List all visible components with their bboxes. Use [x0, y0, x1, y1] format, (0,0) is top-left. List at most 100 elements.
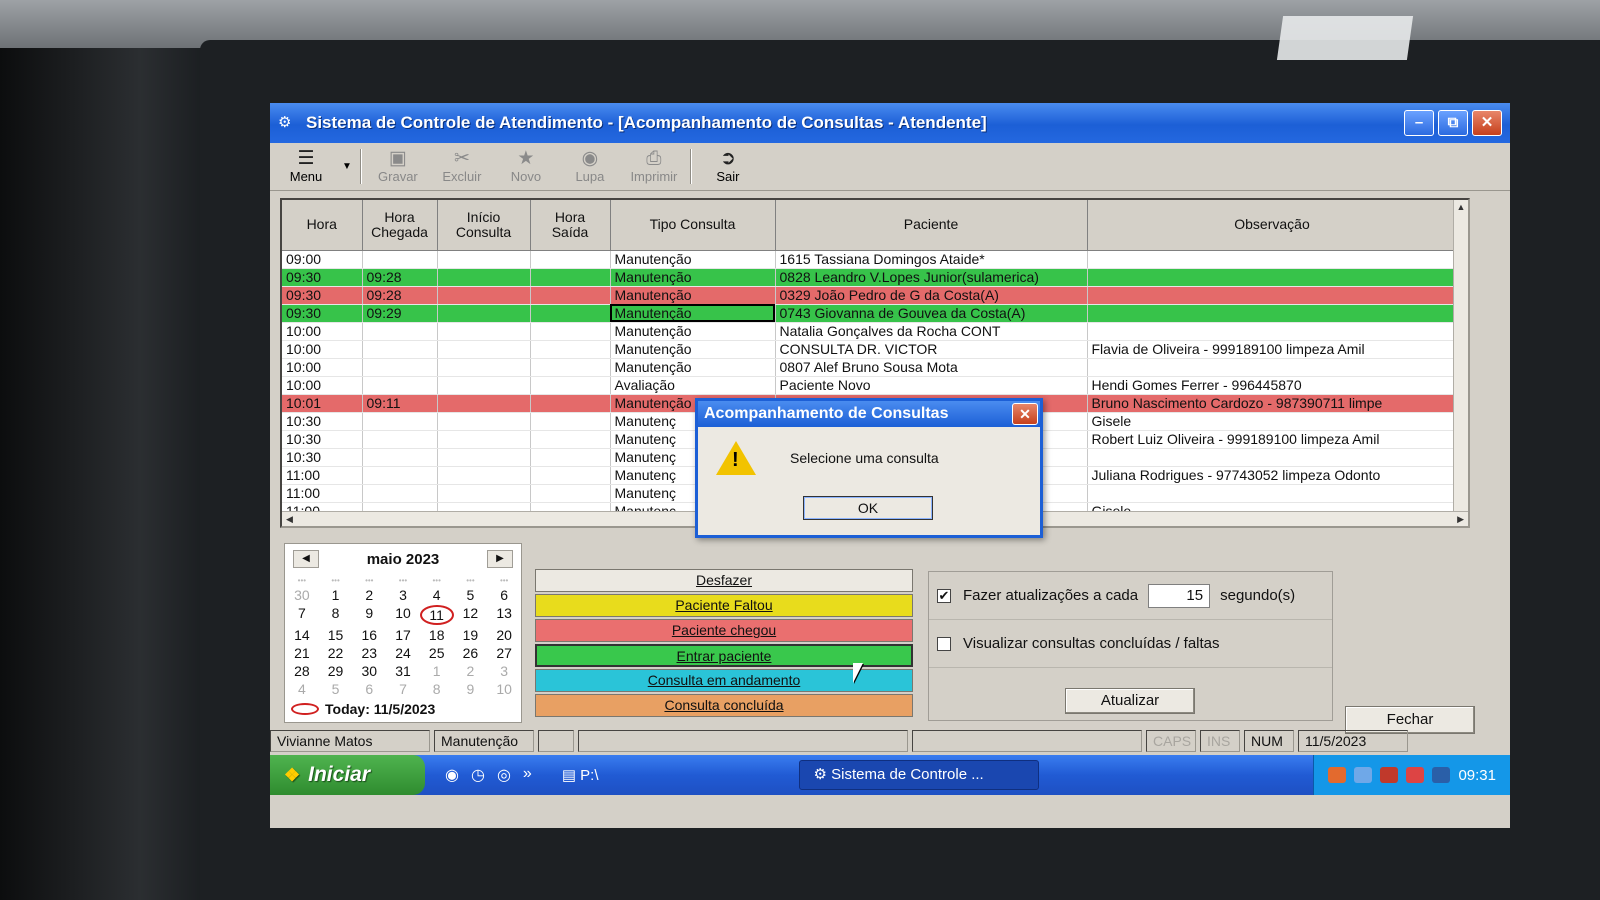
table-cell-chegada[interactable]	[362, 322, 438, 341]
table-cell-obs[interactable]	[1087, 268, 1458, 287]
table-row[interactable]: 09:00 Manutenção 1615 Tassiana Domingos At…	[282, 250, 1458, 269]
column-header[interactable]: Hora Saída	[530, 200, 611, 251]
calendar-day[interactable]: 30	[352, 663, 386, 679]
table-cell-chegada[interactable]	[362, 412, 438, 431]
table-cell-paciente[interactable]: 0807 Alef Bruno Sousa Mota	[775, 358, 1088, 377]
table-cell-saida[interactable]	[530, 484, 611, 503]
table-cell-obs[interactable]: Robert Luiz Oliveira - 999189100 limpeza…	[1087, 430, 1458, 449]
table-cell-hora[interactable]: 10:00	[282, 358, 363, 377]
calendar-day[interactable]: 7	[285, 605, 319, 625]
table-cell-saida[interactable]	[530, 466, 611, 485]
table-cell-chegada[interactable]: 09:28	[362, 286, 438, 305]
table-row[interactable]: 10:00 Manutenção 0807 Alef Bruno Sousa Mot…	[282, 358, 1458, 377]
calendar-day[interactable]: 8	[420, 681, 454, 697]
calendar-day[interactable]: 9	[454, 681, 488, 697]
calendar-day[interactable]: 3	[386, 587, 420, 603]
column-header[interactable]: Tipo Consulta	[610, 200, 776, 251]
table-cell-obs[interactable]: Flavia de Oliveira - 999189100 limpeza A…	[1087, 340, 1458, 359]
table-cell-paciente[interactable]: 0329 João Pedro de G da Costa(A)	[775, 286, 1088, 305]
table-cell-obs[interactable]	[1087, 286, 1458, 305]
table-cell-chegada[interactable]	[362, 340, 438, 359]
calendar-day[interactable]: 3	[487, 663, 521, 679]
calendar-day[interactable]: 20	[487, 627, 521, 643]
antivirus-icon[interactable]	[1380, 767, 1399, 783]
calendar-day[interactable]: 5	[319, 681, 353, 697]
calendar-day[interactable]: 28	[285, 663, 319, 679]
calendar-day[interactable]: 25	[420, 645, 454, 661]
chevron-right-icon[interactable]: »	[523, 765, 532, 785]
table-cell-inicio[interactable]	[437, 268, 531, 287]
table-cell-paciente[interactable]: CONSULTA DR. VICTOR	[775, 340, 1088, 359]
table-row[interactable]: 09:30 09:29 Manutenção 0743 Giovanna de Gou…	[282, 304, 1458, 323]
table-cell-inicio[interactable]	[437, 340, 531, 359]
next-month-icon[interactable]: ▶	[486, 550, 513, 568]
ok-button[interactable]: OK	[803, 496, 933, 520]
paciente-chegou-button[interactable]: Paciente chegou	[535, 619, 913, 642]
menu-button[interactable]: ☰ Menu	[274, 143, 338, 190]
prev-month-icon[interactable]: ◀	[293, 550, 319, 568]
monitor-icon[interactable]	[1432, 767, 1451, 783]
table-cell-saida[interactable]	[530, 412, 611, 431]
table-cell-hora[interactable]: 10:01	[282, 394, 363, 413]
table-cell-hora[interactable]: 10:30	[282, 448, 363, 467]
table-row[interactable]: 09:30 09:28 Manutenção 0329 João Pedro de G…	[282, 286, 1458, 305]
media-icon[interactable]: ◉	[445, 765, 459, 785]
table-cell-hora[interactable]: 09:30	[282, 268, 363, 287]
table-cell-tipo[interactable]: Manutenção	[610, 304, 776, 323]
table-cell-inicio[interactable]	[437, 376, 531, 395]
table-row[interactable]: 09:30 09:28 Manutenção 0828 Leandro V.Lopes…	[282, 268, 1458, 287]
table-cell-obs[interactable]: Bruno Nascimento Cardozo - 987390711 lim…	[1087, 394, 1458, 413]
calendar-month[interactable]: maio 2023	[367, 551, 440, 568]
table-cell-inicio[interactable]	[437, 466, 531, 485]
table-cell-saida[interactable]	[530, 340, 611, 359]
lupa-button[interactable]: ◉ Lupa	[558, 143, 622, 190]
menu-dropdown-icon[interactable]: ▼	[342, 161, 352, 172]
calendar-day[interactable]: 9	[352, 605, 386, 625]
calendar-day[interactable]: 26	[454, 645, 488, 661]
column-header[interactable]: Início Consulta	[437, 200, 531, 251]
table-cell-paciente[interactable]: 0828 Leandro V.Lopes Junior(sulamerica)	[775, 268, 1088, 287]
table-cell-hora[interactable]: 09:30	[282, 304, 363, 323]
calendar-day[interactable]: 10	[386, 605, 420, 625]
calendar-day[interactable]: 1	[319, 587, 353, 603]
table-cell-obs[interactable]: Hendi Gomes Ferrer - 996445870	[1087, 376, 1458, 395]
table-cell-paciente[interactable]: 1615 Tassiana Domingos Ataide*	[775, 250, 1088, 269]
chrome-icon[interactable]: ◎	[497, 765, 511, 785]
table-cell-chegada[interactable]	[362, 448, 438, 467]
calendar-today[interactable]: Today: 11/5/2023	[291, 701, 521, 717]
table-cell-saida[interactable]	[530, 304, 611, 323]
calendar-day[interactable]: 2	[454, 663, 488, 679]
interval-input[interactable]: 15	[1148, 583, 1211, 608]
scroll-left-icon[interactable]: ◀	[286, 512, 293, 526]
sair-button[interactable]: ➲ Sair	[696, 143, 760, 190]
table-cell-saida[interactable]	[530, 250, 611, 269]
table-cell-hora[interactable]: 10:00	[282, 340, 363, 359]
calendar-day[interactable]: 19	[454, 627, 488, 643]
table-cell-hora[interactable]: 09:30	[282, 286, 363, 305]
calendar-day[interactable]: 15	[319, 627, 353, 643]
table-cell-obs[interactable]	[1087, 250, 1458, 269]
tray-app-icon[interactable]	[1328, 767, 1347, 783]
table-cell-chegada[interactable]	[362, 250, 438, 269]
table-cell-chegada[interactable]	[362, 376, 438, 395]
table-cell-inicio[interactable]	[437, 412, 531, 431]
scroll-up-icon[interactable]: ▲	[1454, 200, 1468, 215]
table-row[interactable]: 10:00 Avaliação Paciente Novo Hendi Gomes F…	[282, 376, 1458, 395]
calendar-day[interactable]: 22	[319, 645, 353, 661]
scroll-right-icon[interactable]: ▶	[1457, 512, 1464, 526]
calendar-day[interactable]: 14	[285, 627, 319, 643]
table-cell-paciente[interactable]: 0743 Giovanna de Gouvea da Costa(A)	[775, 304, 1088, 323]
security-icon[interactable]	[1406, 767, 1425, 783]
table-cell-inicio[interactable]	[437, 430, 531, 449]
calendar-day[interactable]: 18	[420, 627, 454, 643]
column-header[interactable]: Hora Chegada	[362, 200, 438, 251]
table-cell-tipo[interactable]: Manutenção	[610, 286, 776, 305]
start-button[interactable]: ❖ Iniciar	[270, 755, 425, 795]
paciente-faltou-button[interactable]: Paciente Faltou	[535, 594, 913, 617]
table-cell-hora[interactable]: 11:00	[282, 484, 363, 503]
table-cell-chegada[interactable]	[362, 358, 438, 377]
table-cell-obs[interactable]	[1087, 322, 1458, 341]
table-cell-chegada[interactable]: 09:29	[362, 304, 438, 323]
table-cell-saida[interactable]	[530, 358, 611, 377]
table-cell-tipo[interactable]: Manutenção	[610, 340, 776, 359]
